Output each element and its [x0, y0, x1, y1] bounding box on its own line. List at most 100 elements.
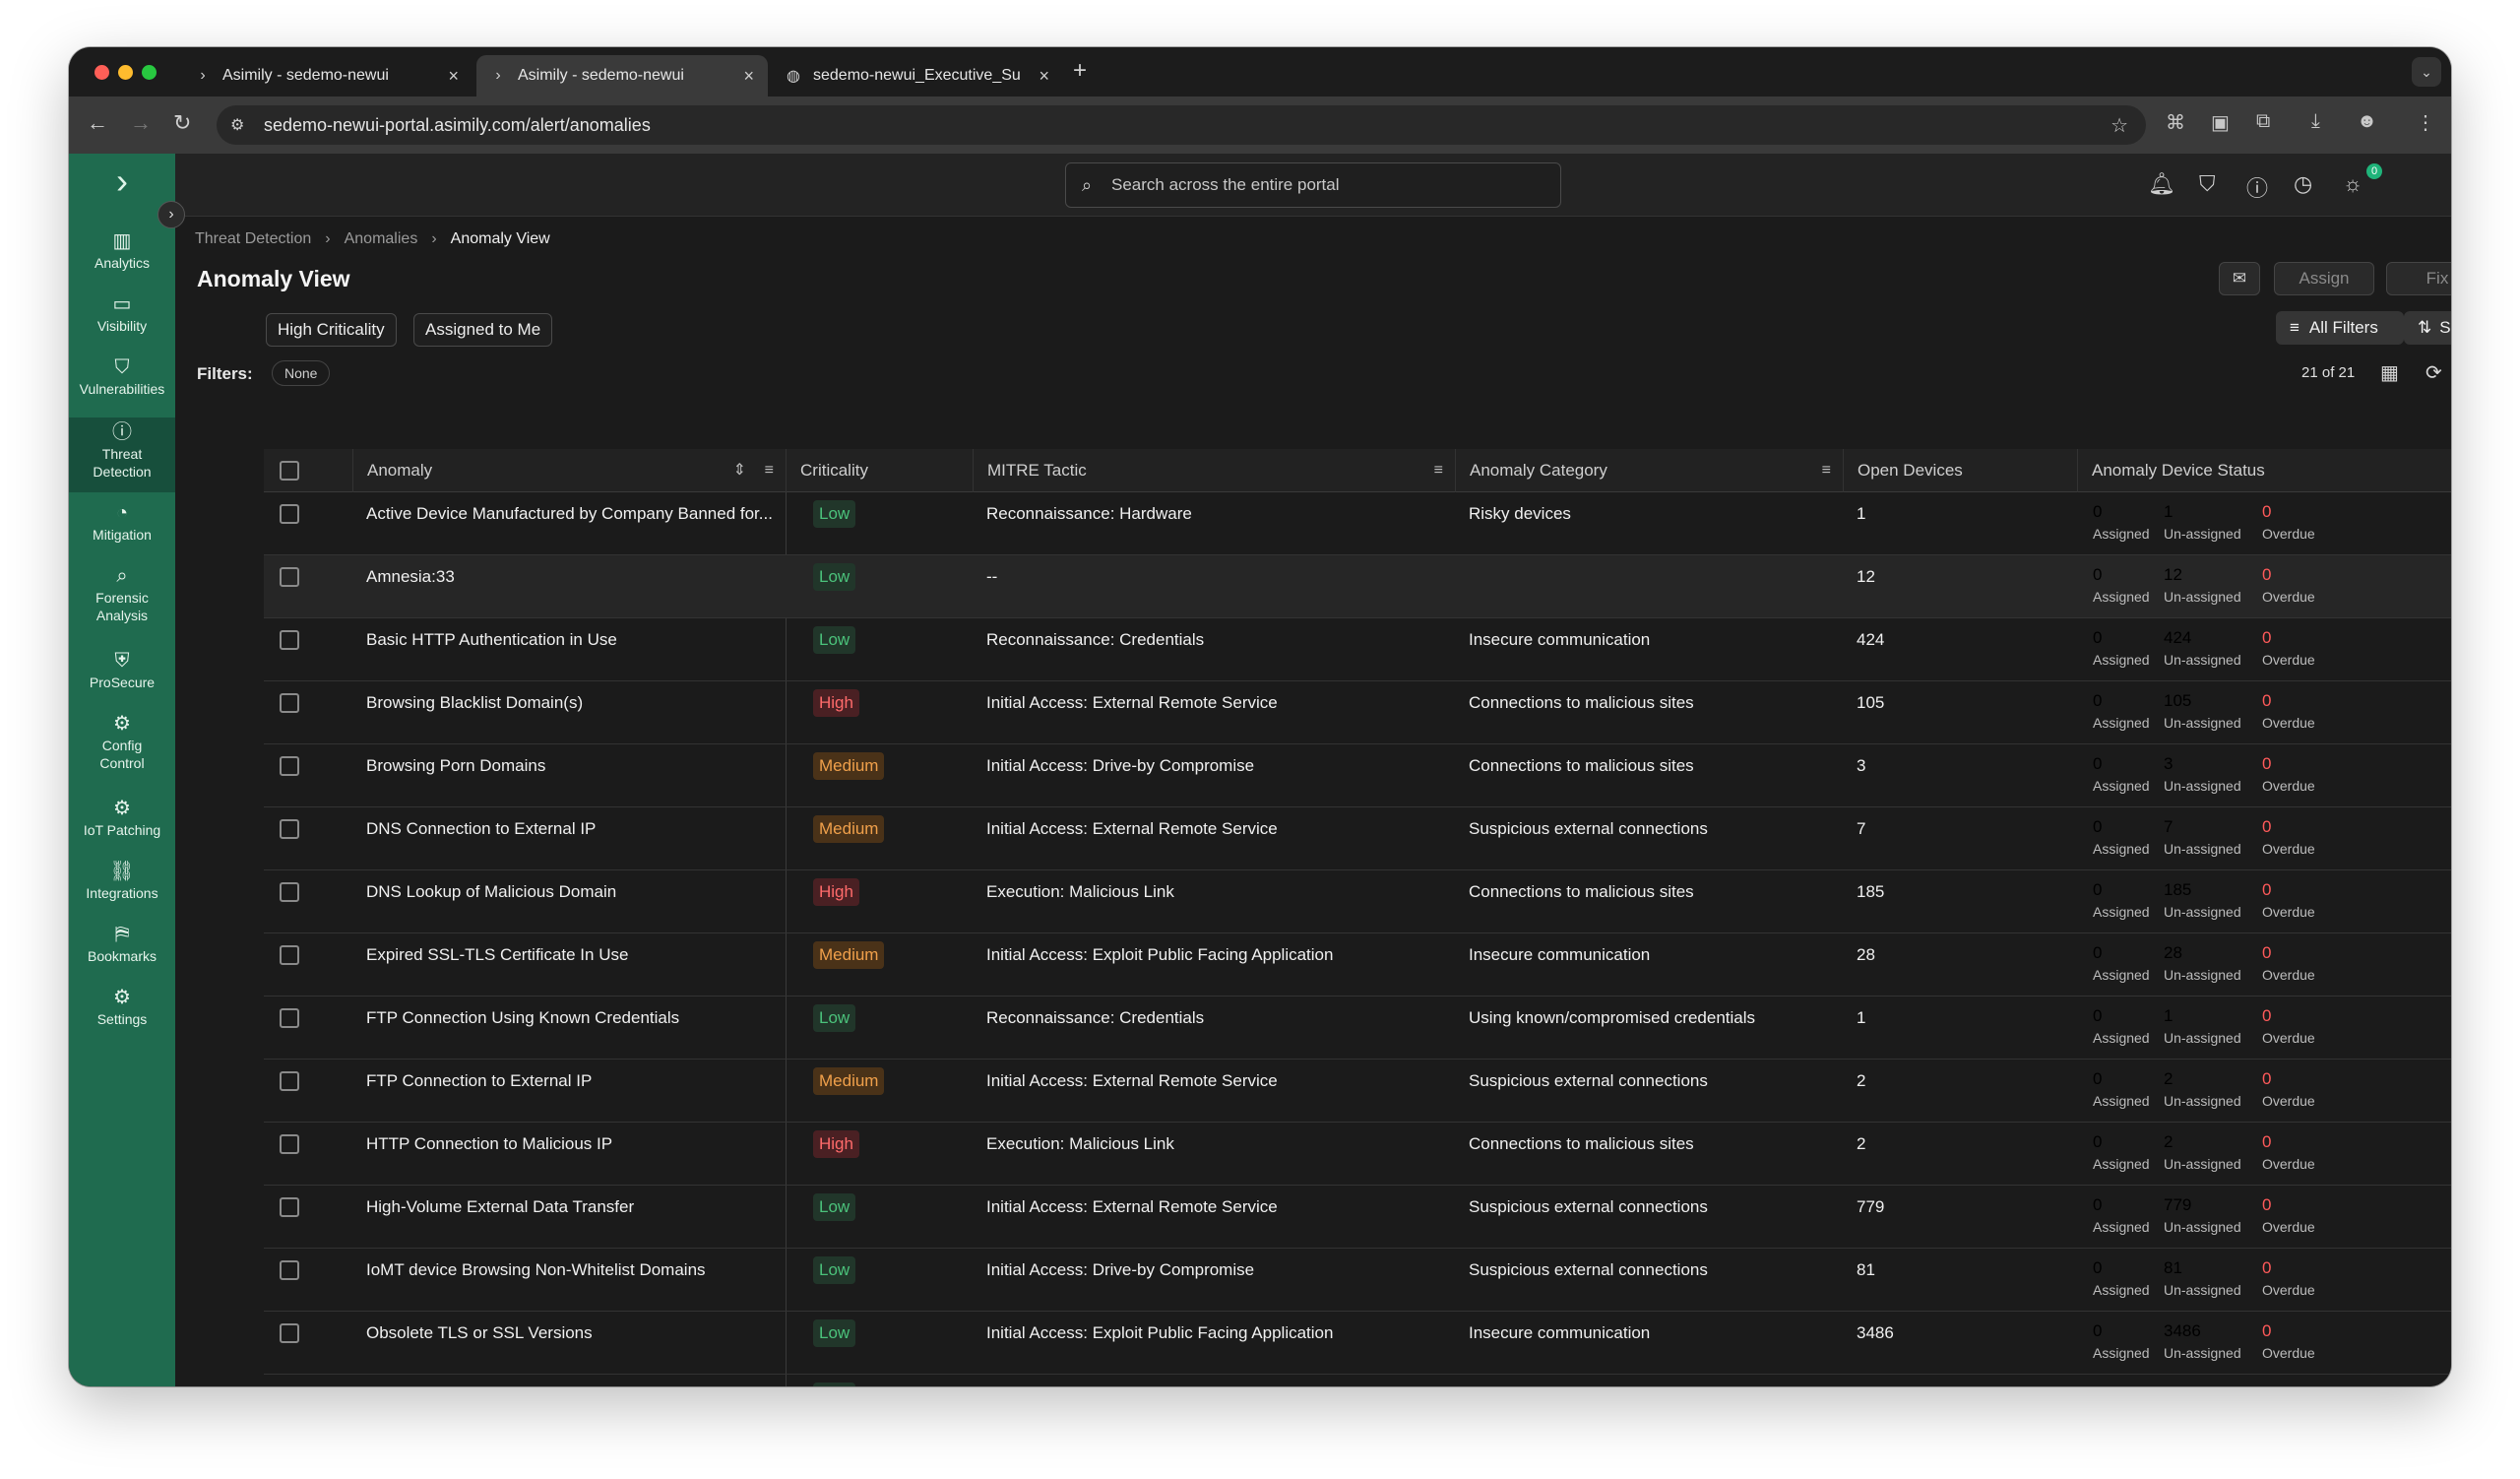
overdue-count[interactable]: 0	[2262, 754, 2271, 774]
sidebar-item-config-control[interactable]: ⚙ Config Control	[69, 714, 175, 786]
overdue-count[interactable]: 0	[2262, 880, 2271, 900]
global-search[interactable]: ⌕	[1065, 162, 1561, 208]
table-row[interactable]: DNS Lookup of Malicious Domain High Execut…	[264, 870, 2451, 933]
all-filters-button[interactable]: ≡ All Filters	[2276, 311, 2404, 345]
browser-tab[interactable]: › Asimily - sedemo-newui ×	[181, 55, 472, 96]
anomaly-name[interactable]: Obsolete TLS or SSL Versions	[366, 1323, 780, 1343]
assigned-count[interactable]: 0	[2093, 754, 2102, 774]
table-row[interactable]: FTP Connection Using Known Credentials Lo…	[264, 997, 2451, 1060]
anomaly-name[interactable]: High-Volume External Data Transfer	[366, 1197, 780, 1217]
unassigned-count[interactable]: 3486	[2164, 1321, 2201, 1341]
unassigned-count[interactable]: 28	[2164, 943, 2182, 963]
anomaly-name[interactable]: DNS Connection to External IP	[366, 819, 780, 839]
email-button[interactable]: ✉	[2219, 262, 2260, 295]
column-header-mitre-tactic[interactable]: MITRE Tactic ≡	[973, 449, 1455, 492]
close-tab-icon[interactable]: ×	[448, 66, 459, 87]
new-tab-button[interactable]: +	[1073, 57, 1087, 85]
url-text[interactable]: sedemo-newui-portal.asimily.com/alert/an…	[264, 115, 651, 136]
site-settings-icon[interactable]: ⚙	[230, 115, 244, 135]
table-row[interactable]: Active Device Manufactured by Company Ba…	[264, 492, 2451, 555]
table-row[interactable]: Browsing Porn Domains Medium Initial Acces…	[264, 744, 2451, 807]
filter-icon[interactable]: ≡	[765, 449, 774, 492]
unassigned-count[interactable]: 81	[2164, 1258, 2182, 1278]
sidebar-item-analytics[interactable]: ▥ Analytics	[69, 231, 175, 288]
overdue-count[interactable]: 0	[2262, 1258, 2271, 1278]
kebab-menu-icon[interactable]: ⋮	[2416, 110, 2435, 135]
anomaly-name[interactable]: FTP Connection Using Known Credentials	[366, 1008, 780, 1028]
table-row[interactable]: Expired SSL-TLS Certificate In Use Medium…	[264, 933, 2451, 997]
row-checkbox[interactable]	[280, 504, 299, 524]
overdue-count[interactable]: 0	[2262, 502, 2271, 522]
unassigned-count[interactable]: 424	[2164, 628, 2191, 648]
browser-tab-active[interactable]: › Asimily - sedemo-newui ×	[476, 55, 768, 96]
assigned-count[interactable]: 0	[2093, 1384, 2102, 1386]
column-header-criticality[interactable]: Criticality	[786, 449, 973, 492]
sidebar-item-iot-patching[interactable]: ⚙ IoT Patching	[69, 799, 175, 855]
table-row[interactable]: HTTP Connection to Malicious IP High Execu…	[264, 1123, 2451, 1186]
back-icon[interactable]: ←	[87, 110, 108, 136]
breadcrumb-link[interactable]: Anomalies	[345, 230, 418, 248]
bell-icon[interactable]: 🔔︎	[2148, 171, 2175, 197]
filter-icon[interactable]: ≡	[1434, 449, 1443, 492]
anomaly-name[interactable]: Expired SSL-TLS Certificate In Use	[366, 945, 780, 965]
overdue-count[interactable]: 0	[2262, 817, 2271, 837]
column-header-anomaly-device-status[interactable]: Anomaly Device Status	[2077, 449, 2451, 492]
close-tab-icon[interactable]: ×	[1039, 66, 1049, 87]
table-row[interactable]: DNS Connection to External IP Medium Initi…	[264, 807, 2451, 870]
assigned-count[interactable]: 0	[2093, 1321, 2102, 1341]
overdue-count[interactable]: 0	[2262, 565, 2271, 585]
unassigned-count[interactable]: 185	[2164, 880, 2191, 900]
overdue-count[interactable]: 0	[2262, 1006, 2271, 1026]
breadcrumb-link[interactable]: Threat Detection	[195, 230, 311, 248]
table-row[interactable]: FTP Connection to External IP Medium Initi…	[264, 1060, 2451, 1123]
assign-button[interactable]: Assign	[2274, 262, 2374, 295]
puzzle-icon[interactable]: ⧉	[2256, 110, 2270, 133]
anomaly-name[interactable]: Browsing Blacklist Domain(s)	[366, 693, 780, 713]
info-icon[interactable]: ⓘ	[2246, 171, 2268, 203]
row-checkbox[interactable]	[280, 1008, 299, 1028]
theme-toggle-icon[interactable]: ☼	[2343, 171, 2362, 197]
reload-icon[interactable]: ↻	[173, 110, 191, 136]
row-checkbox[interactable]	[280, 567, 299, 587]
tab-search-icon[interactable]: ⌄	[2412, 57, 2441, 87]
unassigned-count[interactable]: 1	[2164, 1006, 2173, 1026]
assigned-count[interactable]: 0	[2093, 628, 2102, 648]
anomaly-name[interactable]: Basic HTTP Authentication in Use	[366, 630, 780, 650]
anomaly-name[interactable]: IoMT device Browsing Non-Whitelist Domai…	[366, 1260, 780, 1280]
anomaly-name[interactable]: HTTP Connection to Malicious IP	[366, 1134, 780, 1154]
row-checkbox[interactable]	[280, 1134, 299, 1154]
table-row[interactable]: IoMT device Browsing Non-Whitelist Domai…	[264, 1249, 2451, 1312]
extension-icon[interactable]: ⌘	[2166, 110, 2185, 135]
row-checkbox[interactable]	[280, 693, 299, 713]
close-window-button[interactable]	[94, 65, 109, 80]
row-checkbox[interactable]	[280, 1197, 299, 1217]
minimize-window-button[interactable]	[118, 65, 133, 80]
overdue-count[interactable]: 0	[2262, 1321, 2271, 1341]
assigned-count[interactable]: 0	[2093, 691, 2102, 711]
extension-icon[interactable]: ▣	[2211, 110, 2230, 135]
unassigned-count[interactable]: 1	[2164, 1384, 2173, 1386]
browser-tab[interactable]: ◍ sedemo-newui_Executive_Su ×	[772, 55, 1063, 96]
sort-icon[interactable]: ⇕	[733, 449, 746, 492]
unassigned-count[interactable]: 2	[2164, 1069, 2173, 1089]
close-tab-icon[interactable]: ×	[743, 66, 754, 87]
assigned-count[interactable]: 0	[2093, 1069, 2102, 1089]
sidebar-item-settings[interactable]: ⚙ Settings	[69, 988, 175, 1044]
row-checkbox[interactable]	[280, 630, 299, 650]
anomaly-name[interactable]: Active Device Manufactured by Company Ba…	[366, 504, 780, 524]
columns-icon[interactable]: ▦	[2380, 360, 2399, 385]
unassigned-count[interactable]: 2	[2164, 1132, 2173, 1152]
sidebar-expand-icon[interactable]: ›	[158, 201, 185, 228]
address-bar[interactable]: ⚙ sedemo-newui-portal.asimily.com/alert/…	[217, 105, 2146, 145]
anomaly-name[interactable]: DNS Lookup of Malicious Domain	[366, 882, 780, 902]
quick-filter-assigned-to-me[interactable]: Assigned to Me	[413, 313, 553, 347]
table-row[interactable]: Amnesia:33 Low -- 12 0 Assigned 12 Un-assigned 0…	[264, 555, 2451, 618]
overdue-count[interactable]: 0	[2262, 1132, 2271, 1152]
sidebar-item-forensic-analysis[interactable]: ⌕ Forensic Analysis	[69, 566, 175, 638]
row-checkbox[interactable]	[280, 1071, 299, 1091]
row-checkbox[interactable]	[280, 1323, 299, 1343]
overdue-count[interactable]: 0	[2262, 1384, 2271, 1386]
forward-icon[interactable]: →	[130, 110, 152, 136]
sidebar-item-threat-detection[interactable]: ⓘ Threat Detection	[69, 418, 175, 492]
asimily-logo-icon[interactable]: ›	[100, 160, 144, 203]
